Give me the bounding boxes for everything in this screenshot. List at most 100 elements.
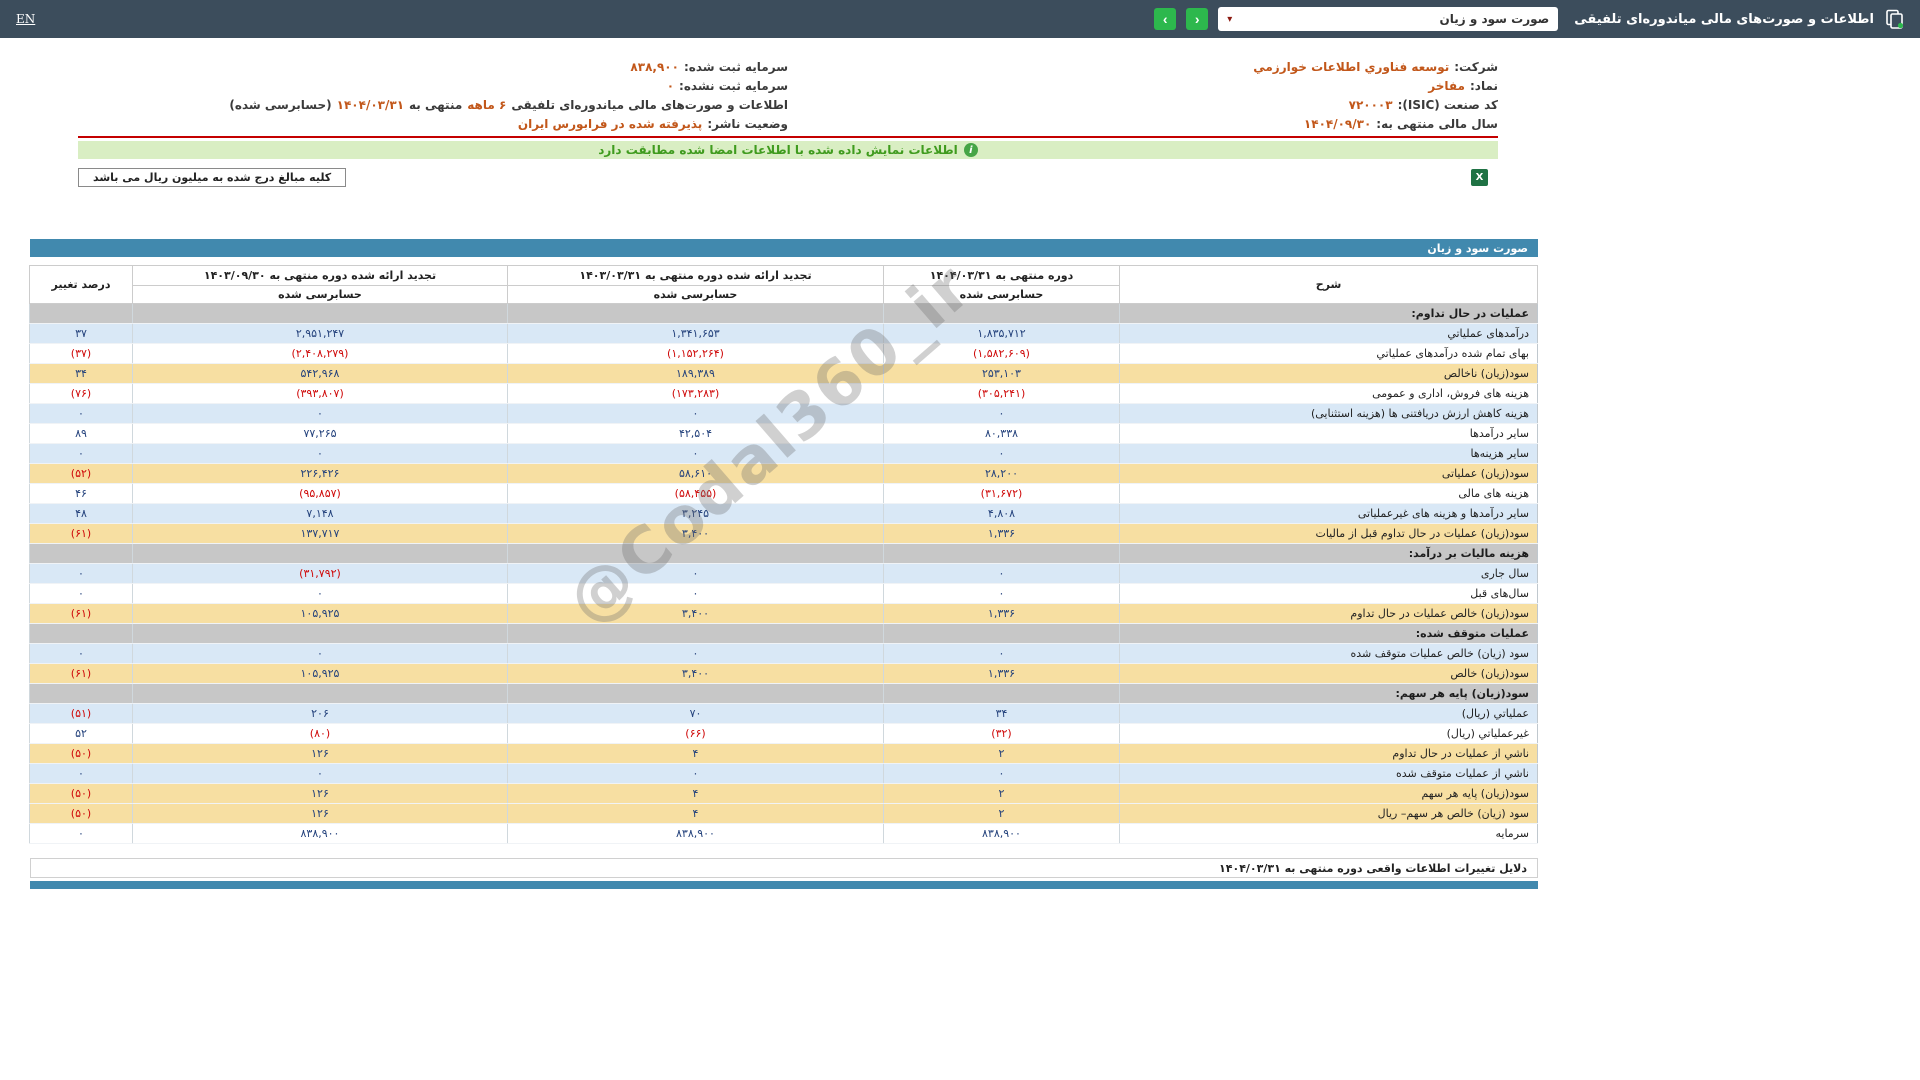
statement-select-value: صورت سود و زیان <box>1440 12 1550 26</box>
nav-prev-button[interactable]: ‹ <box>1186 8 1208 30</box>
row-value <box>30 544 133 564</box>
row-value: (۶۱) <box>30 604 133 624</box>
row-value <box>884 684 1120 704</box>
symbol-label: نماد: <box>1470 79 1498 93</box>
row-value: ۷۷,۲۶۵ <box>133 424 508 444</box>
row-value <box>884 304 1120 324</box>
row-value: ۰ <box>30 644 133 664</box>
table-row: سال جاری۰۰(۳۱,۷۹۲)۰ <box>30 564 1538 584</box>
amounts-note-row: X کلیه مبالغ درج شده به میلیون ریال می ب… <box>78 168 1488 187</box>
subheader-audited-1: حسابرسی شده <box>884 286 1120 304</box>
nav-next-button[interactable]: › <box>1154 8 1176 30</box>
row-value <box>133 544 508 564</box>
row-value: ۴۸ <box>30 504 133 524</box>
section-label: عملیات متوقف شده: <box>1120 624 1538 644</box>
row-value: ۱۸۹,۳۸۹ <box>508 364 884 384</box>
row-value: (۱,۵۸۲,۶۰۹) <box>884 344 1120 364</box>
row-value: ۱,۸۳۵,۷۱۲ <box>884 324 1120 344</box>
row-value: ۵۲ <box>30 724 133 744</box>
row-value: ۰ <box>30 444 133 464</box>
row-value: ۳,۴۰۰ <box>508 524 884 544</box>
row-value: ۴ <box>508 784 884 804</box>
publisher-status-row: وضعیت ناشر: پذیرفته شده در فرابورس ایران <box>78 114 788 133</box>
isic-value: ۷۲۰۰۰۳ <box>1349 98 1393 112</box>
row-value: ۱۳۷,۷۱۷ <box>133 524 508 544</box>
row-label: سود(زیان) پایه هر سهم <box>1120 784 1538 804</box>
row-value: (۳۰۵,۲۴۱) <box>884 384 1120 404</box>
row-label: عملیاتي (ریال) <box>1120 704 1538 724</box>
table-row: غیرعملیاتي (ریال)(۳۲)(۶۶)(۸۰)۵۲ <box>30 724 1538 744</box>
row-value: ۴۲,۵۰۴ <box>508 424 884 444</box>
row-value <box>133 304 508 324</box>
row-value <box>133 624 508 644</box>
row-value: ۳,۴۰۰ <box>508 664 884 684</box>
table-row: درآمدهای عملیاتي۱,۸۳۵,۷۱۲۱,۳۴۱,۶۵۳۲,۹۵۱,… <box>30 324 1538 344</box>
table-row: هزینه کاهش ارزش دریافتنی ها (هزینه استثن… <box>30 404 1538 424</box>
table-row: سود(زیان) خالص عملیات در حال تداوم۱,۳۳۶۳… <box>30 604 1538 624</box>
row-value: ۳۷ <box>30 324 133 344</box>
section-label: عملیات در حال تداوم: <box>1120 304 1538 324</box>
row-value: ۳,۲۴۵ <box>508 504 884 524</box>
row-value: ۱۲۶ <box>133 784 508 804</box>
language-toggle-en[interactable]: EN <box>16 12 35 26</box>
row-value: (۵۰) <box>30 784 133 804</box>
table-row: سود(زیان) ناخالص۲۵۳,۱۰۳۱۸۹,۳۸۹۵۴۲,۹۶۸۳۴ <box>30 364 1538 384</box>
row-value: ۷۰ <box>508 704 884 724</box>
publisher-status-value: پذیرفته شده در فرابورس ایران <box>518 117 702 131</box>
row-value: ۰ <box>30 404 133 424</box>
row-value: ۰ <box>133 764 508 784</box>
table-row: سایر هزینه‌ها۰۰۰۰ <box>30 444 1538 464</box>
row-value: (۳۹۳,۸۰۷) <box>133 384 508 404</box>
row-value <box>884 624 1120 644</box>
table-row: ناشي از عملیات متوقف شده۰۰۰۰ <box>30 764 1538 784</box>
company-name-label: شرکت: <box>1454 60 1498 74</box>
row-label: هزینه های فروش، اداری و عمومی <box>1120 384 1538 404</box>
row-value: ۰ <box>133 444 508 464</box>
row-value: ۰ <box>884 764 1120 784</box>
page-title: اطلاعات و صورت‌های مالی میاندوره‌ای تلفی… <box>1574 12 1874 27</box>
table-row: هزینه های مالی(۳۱,۶۷۲)(۵۸,۴۵۵)(۹۵,۸۵۷)۴۶ <box>30 484 1538 504</box>
row-value <box>884 544 1120 564</box>
report-icon <box>1884 9 1904 29</box>
table-row: سال‌های قبل۰۰۰۰ <box>30 584 1538 604</box>
company-info-section: شرکت: توسعه فناوري اطلاعات خوارزمي سرمای… <box>78 57 1498 138</box>
symbol-value: مفاخر <box>1428 79 1465 93</box>
row-value: ۰ <box>508 404 884 424</box>
changes-reasons-bar[interactable]: دلایل تغییرات اطلاعات واقعی دوره منتهی ب… <box>30 858 1538 878</box>
registered-capital-row: سرمایه ثبت شده: ۸۳۸,۹۰۰ <box>78 57 788 76</box>
section-row: عملیات در حال تداوم: <box>30 304 1538 324</box>
row-value: ۰ <box>508 564 884 584</box>
row-value: (۲,۴۰۸,۲۷۹) <box>133 344 508 364</box>
row-value <box>30 624 133 644</box>
table-row: سود(زیان) پایه هر سهم۲۴۱۲۶(۵۰) <box>30 784 1538 804</box>
row-value: ۵۴۲,۹۶۸ <box>133 364 508 384</box>
row-label: هزینه های مالی <box>1120 484 1538 504</box>
unregistered-capital-label: سرمایه ثبت نشده: <box>679 79 788 93</box>
col-header-restated-year-end: تجدید ارائه شده دوره منتهی به ۱۴۰۳/۰۹/۳۰ <box>133 266 508 286</box>
row-value: ۷,۱۴۸ <box>133 504 508 524</box>
signature-match-text: اطلاعات نمایش داده شده با اطلاعات امضا ش… <box>598 143 958 157</box>
row-value: ۰ <box>508 444 884 464</box>
fiscal-year-row: سال مالی منتهی به: ۱۴۰۴/۰۹/۳۰ <box>788 114 1498 133</box>
report-mid-label: منتهی به <box>409 98 462 112</box>
row-label: ناشي از عملیات متوقف شده <box>1120 764 1538 784</box>
table-row: سایر درآمدها۸۰,۳۳۸۴۲,۵۰۴۷۷,۲۶۵۸۹ <box>30 424 1538 444</box>
row-value: (۶۱) <box>30 524 133 544</box>
row-value: ۳,۴۰۰ <box>508 604 884 624</box>
col-header-restated-prior-period: تجدید ارائه شده دوره منتهی به ۱۴۰۳/۰۳/۳۱ <box>508 266 884 286</box>
row-value: ۸۹ <box>30 424 133 444</box>
row-value: ۱۲۶ <box>133 744 508 764</box>
row-label: سود(زیان) عملیاتی <box>1120 464 1538 484</box>
row-label: سایر درآمدها <box>1120 424 1538 444</box>
income-table-body: عملیات در حال تداوم:درآمدهای عملیاتي۱,۸۳… <box>30 304 1538 844</box>
excel-export-icon[interactable]: X <box>1471 169 1488 186</box>
row-value: (۶۶) <box>508 724 884 744</box>
row-value: ۱,۳۳۶ <box>884 664 1120 684</box>
chevron-down-icon: ▾ <box>1227 14 1232 25</box>
statement-select[interactable]: صورت سود و زیان ▾ <box>1218 7 1558 31</box>
row-value: ۰ <box>884 404 1120 424</box>
row-label: سال‌های قبل <box>1120 584 1538 604</box>
row-value: ۰ <box>30 584 133 604</box>
publisher-status-label: وضعیت ناشر: <box>707 117 788 131</box>
table-row: ناشي از عملیات در حال تداوم۲۴۱۲۶(۵۰) <box>30 744 1538 764</box>
